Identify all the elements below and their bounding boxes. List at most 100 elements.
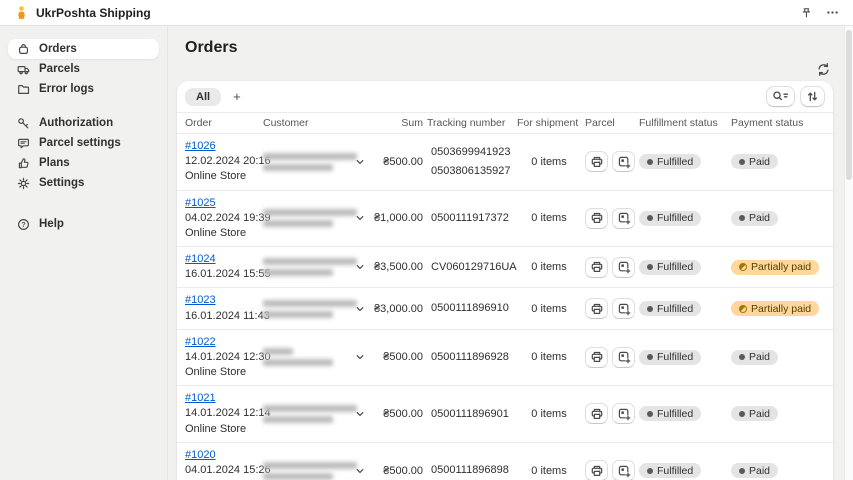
fulfillment-status-label: Fulfilled [657,261,693,273]
status-dot [647,159,653,165]
order-link[interactable]: #1025 [185,197,216,209]
order-link[interactable]: #1022 [185,336,216,348]
order-cell: #102504.02.2024 19:39Online Store [185,196,259,242]
customer-name-redacted [263,209,357,216]
table-row: #102316.01.2024 11:43₴3,000.000500111896… [177,288,833,329]
search-filter-icon[interactable] [766,86,795,107]
tracking-number: 0500111917372 [431,209,513,228]
payment-status-cell: Paid [731,350,825,365]
tracking-number: 0500111896901 [431,405,513,424]
sidebar-item-parcels[interactable]: Parcels [8,59,159,79]
sum-value: ₴1,000.00 [371,212,423,224]
payment-status-label: Paid [749,156,770,168]
print-parcel-button[interactable] [585,208,608,229]
scrollbar[interactable] [844,26,853,480]
tracking-number: 0503699941923 [431,143,513,162]
order-link[interactable]: #1021 [185,392,216,404]
customer-name-redacted [263,258,357,265]
print-parcel-button[interactable] [585,403,608,424]
order-link[interactable]: #1020 [185,449,216,461]
sort-arrows-icon[interactable] [800,86,825,107]
tracking-numbers: 0500111896928 [427,348,513,367]
chat-bubble-icon [16,137,30,150]
customer-expand-chevron-icon[interactable] [353,407,367,421]
sidebar-item-error-logs[interactable]: Error logs [8,79,159,99]
scrollbar-thumb[interactable] [846,30,852,180]
order-channel: Online Store [185,365,259,380]
customer-expand-chevron-icon[interactable] [353,211,367,225]
create-parcel-button[interactable] [612,403,635,424]
create-parcel-button[interactable] [612,151,635,172]
fulfillment-status-badge: Fulfilled [639,463,701,478]
for-shipment-value: 0 items [517,465,581,477]
payment-status-label: Paid [749,212,770,224]
tracking-numbers: 0500111896910 [427,299,513,318]
parcel-actions [585,347,635,368]
fulfillment-status-badge: Fulfilled [639,154,701,169]
create-parcel-button[interactable] [612,347,635,368]
order-link[interactable]: #1024 [185,253,216,265]
tracking-number: CV060129716UA [431,258,513,277]
status-dot [739,468,745,474]
sidebar-group: Authorization Parcel settings Plans Setting… [0,113,167,193]
order-date: 14.01.2024 12:30 [185,350,259,365]
add-tab-button[interactable]: + [225,87,249,106]
parcel-actions [585,298,635,319]
partially-paid-icon [739,305,747,313]
table-row: #102416.01.2024 15:55₴3,500.00CV06012971… [177,247,833,288]
sidebar-item-parcel-settings[interactable]: Parcel settings [8,133,159,153]
customer-expand-chevron-icon[interactable] [353,155,367,169]
more-menu-icon[interactable] [824,4,841,21]
tab-all[interactable]: All [185,88,221,106]
fulfillment-status-badge: Fulfilled [639,211,701,226]
payment-status-badge: Partially paid [731,301,819,316]
order-date: 16.01.2024 15:55 [185,267,259,282]
customer-expand-chevron-icon[interactable] [353,302,367,316]
pin-icon[interactable] [798,5,814,21]
payment-status-cell: Paid [731,463,825,478]
parcel-actions [585,403,635,424]
sidebar-item-label: Plans [39,157,70,169]
create-parcel-button[interactable] [612,208,635,229]
print-parcel-button[interactable] [585,347,608,368]
refresh-icon[interactable] [814,60,833,79]
tracking-number: 0500111896910 [431,299,513,318]
order-link[interactable]: #1026 [185,140,216,152]
column-header-sum: Sum [371,117,423,129]
create-parcel-button[interactable] [612,460,635,480]
sidebar-item-plans[interactable]: Plans [8,153,159,173]
print-parcel-button[interactable] [585,257,608,278]
column-header-tracking-number: Tracking number [427,117,513,129]
sidebar-item-settings[interactable]: Settings [8,173,159,193]
partially-paid-icon [739,263,747,271]
table-row: #102504.02.2024 19:39Online Store ₴1,000.… [177,191,833,248]
tracking-numbers: CV060129716UA [427,258,513,277]
customer-expand-chevron-icon[interactable] [353,260,367,274]
print-parcel-button[interactable] [585,298,608,319]
sidebar-item-orders[interactable]: Orders [8,39,159,59]
sidebar-item-authorization[interactable]: Authorization [8,113,159,133]
fulfillment-status-cell: Fulfilled [639,211,727,226]
print-parcel-button[interactable] [585,151,608,172]
order-cell: #102612.02.2024 20:16Online Store [185,139,259,185]
customer-phone-redacted [263,359,333,366]
sidebar-item-label: Authorization [39,117,113,129]
create-parcel-button[interactable] [612,298,635,319]
print-parcel-button[interactable] [585,460,608,480]
payment-status-cell: Partially paid [731,301,825,316]
order-link[interactable]: #1023 [185,294,216,306]
column-header-payment-status: Payment status [731,117,825,129]
sum-value: ₴500.00 [371,465,423,477]
payment-status-badge: Paid [731,211,778,226]
status-dot [739,354,745,360]
customer-expand-chevron-icon[interactable] [353,464,367,478]
fulfillment-status-cell: Fulfilled [639,260,727,275]
orders-card: All + [177,81,833,480]
customer-expand-chevron-icon[interactable] [353,350,367,364]
create-parcel-button[interactable] [612,257,635,278]
customer-name-redacted [263,462,357,469]
help-circle-icon: ? [16,218,30,231]
customer-name-redacted [263,348,293,355]
customer-cell [263,254,367,280]
sidebar-item-help[interactable]: ?Help [8,214,159,234]
